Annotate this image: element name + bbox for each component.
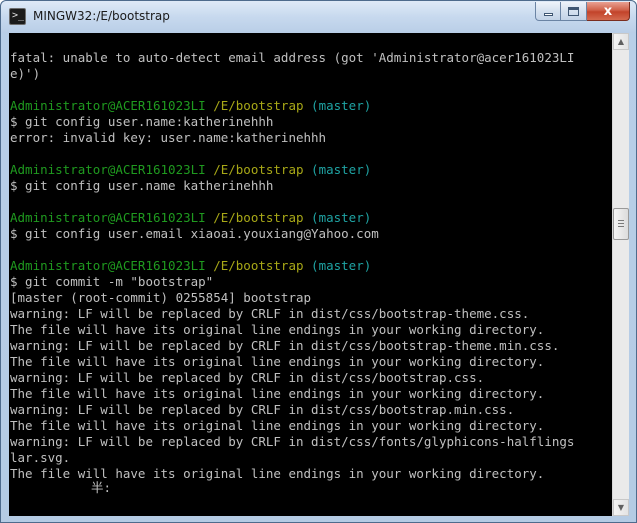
prompt-path: /E/bootstrap: [213, 162, 304, 177]
window-title: MINGW32:/E/bootstrap: [33, 9, 170, 23]
output-line: The file will have its original line end…: [10, 322, 545, 337]
prompt-user: Administrator@ACER161023LI: [10, 258, 206, 273]
close-icon: x: [603, 3, 613, 19]
thumb-grip-line: [618, 223, 624, 224]
prompt-user: Administrator@ACER161023LI: [10, 98, 206, 113]
output-line: warning: LF will be replaced by CRLF in …: [10, 434, 575, 449]
close-button[interactable]: x: [587, 2, 630, 21]
terminal-icon[interactable]: >_: [9, 8, 26, 25]
minimize-button[interactable]: [535, 2, 561, 21]
title-bar[interactable]: >_ MINGW32:/E/bootstrap x: [1, 1, 636, 33]
prompt-line: Administrator@ACER161023LI /E/bootstrap …: [10, 162, 371, 178]
prompt-branch: (master): [311, 98, 372, 113]
prompt-branch: (master): [311, 258, 372, 273]
output-line: [master (root-commit) 0255854] bootstrap: [10, 290, 312, 305]
caption-buttons: x: [535, 2, 630, 21]
minimize-icon: [543, 12, 553, 16]
output-line: error: invalid key: user.name:katherineh…: [10, 130, 327, 145]
prompt-user: Administrator@ACER161023LI: [10, 210, 206, 225]
command-line: $ git config user.name katherinehhh: [10, 178, 274, 193]
output-line: The file will have its original line end…: [10, 386, 545, 401]
command-line: $ git commit -m "bootstrap": [10, 274, 214, 289]
prompt-line: Administrator@ACER161023LI /E/bootstrap …: [10, 210, 371, 226]
thumb-grip-line: [618, 226, 624, 227]
output-line: warning: LF will be replaced by CRLF in …: [10, 402, 515, 417]
terminal-icon-glyph: >_: [12, 10, 25, 21]
scroll-thumb[interactable]: [613, 208, 629, 240]
thumb-grip-line: [618, 220, 624, 221]
output-line: lar.svg.: [10, 450, 71, 465]
window-bottom-edge: [612, 516, 629, 522]
scroll-down-arrow-icon[interactable]: ▼: [613, 499, 629, 516]
prompt-path: /E/bootstrap: [213, 98, 304, 113]
output-line: warning: LF will be replaced by CRLF in …: [10, 306, 530, 321]
output-line: The file will have its original line end…: [10, 418, 545, 433]
output-line: warning: LF will be replaced by CRLF in …: [10, 370, 485, 385]
vertical-scrollbar[interactable]: ▲ ▼: [612, 33, 629, 516]
prompt-branch: (master): [311, 210, 372, 225]
output-line: warning: LF will be replaced by CRLF in …: [10, 338, 560, 353]
prompt-branch: (master): [311, 162, 372, 177]
prompt-line: Administrator@ACER161023LI /E/bootstrap …: [10, 258, 371, 274]
output-line: The file will have its original line end…: [10, 354, 545, 369]
output-line: e)'): [10, 66, 41, 81]
prompt-path: /E/bootstrap: [213, 210, 304, 225]
prompt-line: Administrator@ACER161023LI /E/bootstrap …: [10, 98, 371, 114]
ime-mode-indicator: 半:: [91, 480, 112, 495]
scroll-up-arrow-icon[interactable]: ▲: [613, 33, 629, 50]
console-output[interactable]: 半: fatal: unable to auto-detect email ad…: [9, 33, 612, 516]
maximize-button[interactable]: [561, 2, 587, 21]
command-line: $ git config user.name:katherinehhh: [10, 114, 274, 129]
output-line: fatal: unable to auto-detect email addre…: [10, 50, 575, 65]
prompt-path: /E/bootstrap: [213, 258, 304, 273]
output-line: The file will have its original line end…: [10, 466, 545, 481]
maximize-icon: [568, 6, 579, 16]
terminal-window: >_ MINGW32:/E/bootstrap x 半: fatal: unab…: [0, 0, 637, 523]
prompt-user: Administrator@ACER161023LI: [10, 162, 206, 177]
command-line: $ git config user.email xiaoai.youxiang@…: [10, 226, 379, 241]
